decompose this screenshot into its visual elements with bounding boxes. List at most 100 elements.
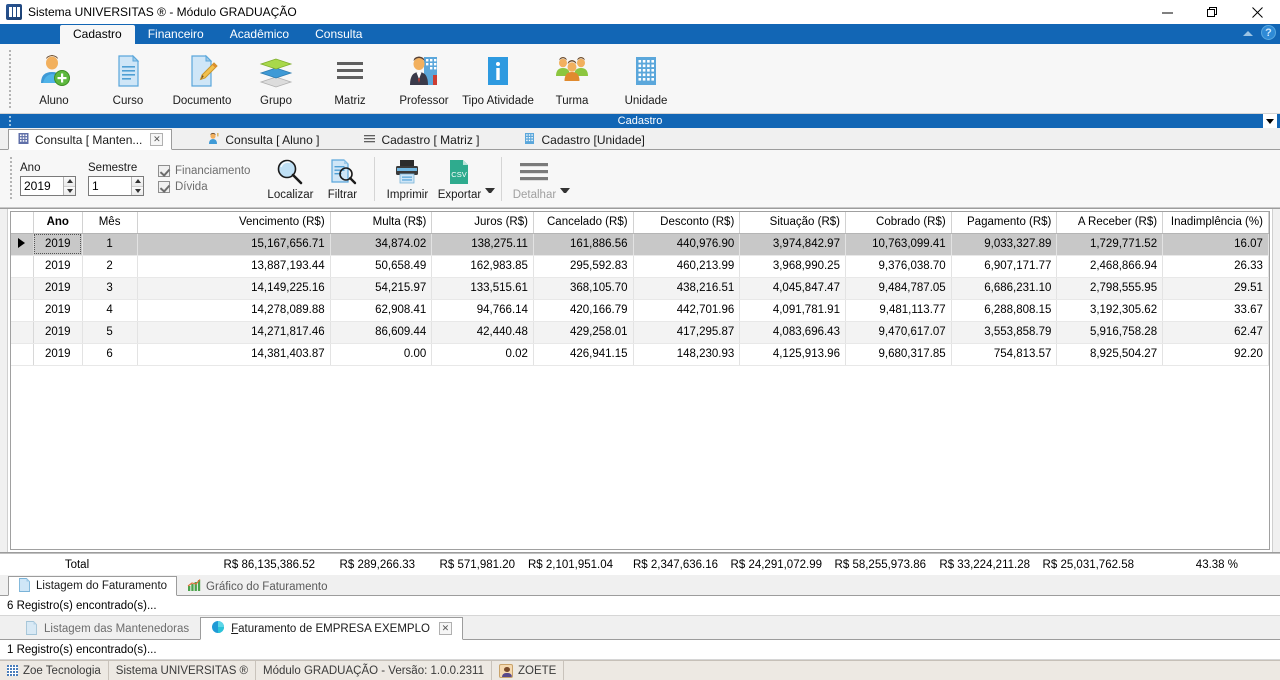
col-header-cancelado[interactable]: Cancelado (R$): [533, 212, 634, 234]
doc-tab-label: Cadastro [Unidade]: [541, 133, 645, 147]
imprimir-button[interactable]: Imprimir: [381, 155, 433, 203]
table-row[interactable]: 2019 5 14,271,817.46 86,609.44 42,440.48…: [11, 321, 1269, 344]
doc-tab-cadastro-matriz[interactable]: Cadastro [ Matriz ]: [354, 129, 488, 150]
total-vencimento: R$ 86,135,386.52: [223, 558, 315, 571]
table-row[interactable]: 2019 3 14,149,225.16 54,215.97 133,515.6…: [11, 277, 1269, 300]
tab-faturamento-empresa[interactable]: Faturamento de EMPRESA EXEMPLO ✕: [200, 617, 463, 640]
tab-label: Listagem das Mantenedoras: [44, 623, 190, 635]
data-grid[interactable]: Ano Mês Vencimento (R$) Multa (R$) Juros…: [10, 211, 1270, 550]
row-selector-cell[interactable]: [11, 343, 34, 366]
cell-areceber: 8,925,504.27: [1056, 343, 1164, 366]
help-question-icon[interactable]: ?: [1261, 25, 1276, 40]
ribbon-button-professor[interactable]: Professor: [387, 49, 461, 107]
row-selector-cell[interactable]: [11, 321, 34, 344]
cell-cobrado: 9,680,317.85: [845, 343, 952, 366]
row-selector-cell[interactable]: [11, 255, 34, 278]
ribbon-button-matriz[interactable]: Matriz: [313, 49, 387, 107]
building-icon: [628, 51, 664, 91]
doc-tab-consulta-aluno[interactable]: Consulta [ Aluno ]: [198, 129, 328, 150]
doc-tab-label: Consulta [ Aluno ]: [225, 133, 320, 147]
checkbox-checked-icon[interactable]: [158, 164, 170, 177]
table-row[interactable]: 2019 2 13,887,193.44 50,658.49 162,983.8…: [11, 255, 1269, 278]
ribbon-button-documento[interactable]: Documento: [165, 49, 239, 107]
col-header-ano[interactable]: Ano: [33, 212, 83, 234]
cell-desconto: 438,216.51: [633, 277, 741, 300]
row-selector-cell[interactable]: [11, 299, 34, 322]
semestre-spin-buttons[interactable]: [131, 176, 143, 195]
tab-grafico-faturamento[interactable]: Gráfico do Faturamento: [177, 576, 337, 596]
user-small-icon: [207, 132, 220, 148]
tab-listagem-faturamento[interactable]: Listagem do Faturamento: [8, 576, 178, 596]
exportar-button[interactable]: CSV Exportar: [433, 155, 485, 203]
table-row[interactable]: 2019 4 14,278,089.88 62,908.41 94,766.14…: [11, 299, 1269, 322]
close-icon[interactable]: ✕: [438, 622, 452, 635]
col-header-cobrado[interactable]: Cobrado (R$): [845, 212, 952, 234]
cell-vencimento: 14,149,225.16: [137, 277, 331, 300]
spin-up-icon[interactable]: [132, 176, 143, 186]
ribbon-tab-consulta[interactable]: Consulta: [302, 25, 375, 44]
cell-pagamento: 6,288,808.15: [951, 299, 1058, 322]
detalhar-button[interactable]: Detalhar: [508, 155, 560, 203]
col-header-juros[interactable]: Juros (R$): [431, 212, 534, 234]
ribbon-button-curso[interactable]: Curso: [91, 49, 165, 107]
spin-down-icon[interactable]: [64, 185, 75, 195]
cell-vencimento: 14,381,403.87: [137, 343, 331, 366]
col-header-situacao[interactable]: Situação (R$): [739, 212, 846, 234]
close-icon[interactable]: [1235, 0, 1280, 24]
table-row[interactable]: 2019 6 14,381,403.87 0.00 0.02 426,941.1…: [11, 343, 1269, 366]
localizar-button[interactable]: Localizar: [264, 155, 316, 203]
filter-toolbar: Ano Semestre Financiam: [0, 150, 1280, 208]
cell-ano: 2019: [33, 299, 83, 322]
restore-icon[interactable]: [1190, 0, 1235, 24]
col-header-multa[interactable]: Multa (R$): [330, 212, 433, 234]
col-header-desconto[interactable]: Desconto (R$): [633, 212, 741, 234]
user-avatar-icon: [498, 663, 513, 678]
filtrar-button[interactable]: Filtrar: [316, 155, 368, 203]
table-row[interactable]: 2019 1 15,167,656.71 34,874.02 138,275.1…: [11, 233, 1269, 256]
row-selector-cell[interactable]: [11, 233, 34, 256]
dropdown-arrow-icon[interactable]: [1263, 114, 1277, 128]
ribbon-button-grupo[interactable]: Grupo: [239, 49, 313, 107]
ano-stepper[interactable]: [20, 175, 76, 196]
spin-up-icon[interactable]: [64, 176, 75, 186]
col-header-vencimento[interactable]: Vencimento (R$): [137, 212, 331, 234]
col-header-pagamento[interactable]: Pagamento (R$): [951, 212, 1058, 234]
ribbon-tab-financeiro[interactable]: Financeiro: [135, 25, 217, 44]
ribbon-button-unidade[interactable]: Unidade: [609, 49, 683, 107]
exportar-dropdown-icon[interactable]: [485, 188, 495, 193]
col-header-inadimplencia[interactable]: Inadimplência (%): [1162, 212, 1269, 234]
checkbox-financiamento[interactable]: Financiamento: [158, 164, 250, 177]
minimize-icon[interactable]: [1145, 0, 1190, 24]
row-selector-cell[interactable]: [11, 277, 34, 300]
checkbox-divida[interactable]: Dívida: [158, 180, 250, 193]
building-small-icon: [17, 132, 30, 148]
cell-desconto: 148,230.93: [633, 343, 741, 366]
ribbon-button-aluno[interactable]: Aluno: [17, 49, 91, 107]
semestre-input[interactable]: [89, 176, 132, 195]
ribbon-group-caption: Cadastro: [0, 114, 1280, 128]
checkbox-checked-icon[interactable]: [158, 180, 170, 193]
chevron-up-icon[interactable]: [1241, 26, 1255, 40]
doc-tab-consulta-mantenedora[interactable]: Consulta [ Manten... ✕: [8, 129, 173, 150]
status-system-label: Sistema UNIVERSITAS ®: [115, 664, 249, 677]
semestre-stepper[interactable]: [88, 175, 144, 196]
spin-down-icon[interactable]: [132, 185, 143, 195]
ano-spin-buttons[interactable]: [63, 176, 75, 195]
detalhar-dropdown-icon[interactable]: [560, 188, 570, 193]
status-company: Zoe Tecnologia: [0, 661, 109, 680]
localizar-label: Localizar: [267, 188, 314, 201]
total-multa: R$ 289,266.33: [339, 558, 415, 571]
col-header-mes[interactable]: Mês: [82, 212, 138, 234]
detalhar-label: Detalhar: [512, 188, 557, 201]
ribbon-tab-cadastro[interactable]: Cadastro: [60, 25, 135, 44]
col-header-areceber[interactable]: A Receber (R$): [1056, 212, 1164, 234]
ribbon-button-tipo-atividade[interactable]: Tipo Atividade: [461, 49, 535, 107]
doc-tab-cadastro-unidade[interactable]: Cadastro [Unidade]: [514, 129, 653, 150]
tab-listagem-mantenedoras[interactable]: Listagem das Mantenedoras: [14, 617, 200, 640]
csv-export-icon: CSV: [445, 157, 473, 187]
ribbon-button-turma[interactable]: Turma: [535, 49, 609, 107]
cell-inadimplencia: 62.47: [1162, 321, 1269, 344]
ribbon-tab-academico[interactable]: Acadêmico: [217, 25, 302, 44]
ano-input[interactable]: [21, 176, 64, 195]
close-icon[interactable]: ✕: [150, 133, 164, 146]
